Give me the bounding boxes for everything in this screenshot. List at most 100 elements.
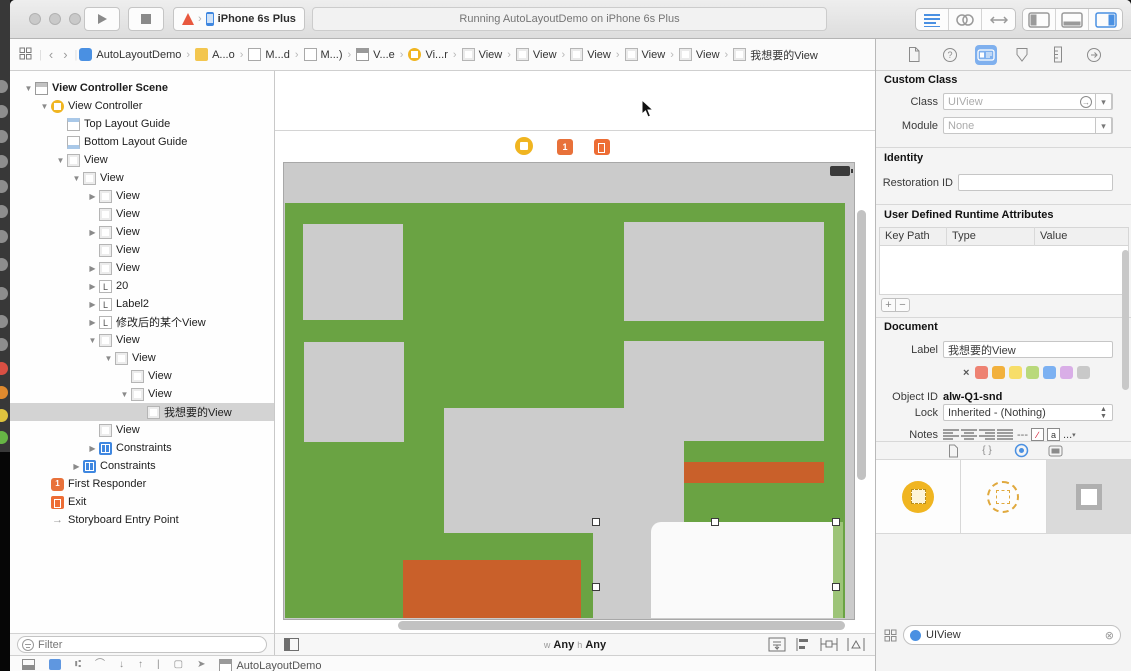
breadcrumb-item[interactable]: M...) xyxy=(304,48,343,61)
assistant-editor-button[interactable] xyxy=(949,9,982,30)
selection-handle[interactable] xyxy=(592,583,600,591)
gray-subview-1[interactable] xyxy=(303,224,403,320)
outline-row[interactable]: ▼View Controller xyxy=(10,97,274,115)
restoration-id-field[interactable] xyxy=(958,174,1113,191)
gray-subview-6[interactable] xyxy=(593,533,651,618)
breadcrumb-item[interactable]: A...o xyxy=(195,48,235,61)
breadcrumb-item[interactable]: AutoLayoutDemo xyxy=(79,48,181,61)
quick-help-inspector-tab[interactable]: ? xyxy=(939,45,961,65)
light-green-strip[interactable] xyxy=(833,522,843,618)
outline-row[interactable]: ▶LLabel2 xyxy=(10,295,274,313)
orange-subview-2[interactable] xyxy=(403,560,581,618)
first-responder-badge-icon[interactable]: 1 xyxy=(557,139,573,155)
align-left-icon[interactable] xyxy=(943,428,959,441)
color-swatch[interactable] xyxy=(1026,366,1039,379)
related-items-icon[interactable] xyxy=(14,47,37,63)
no-fill-button[interactable]: ∕ xyxy=(1031,428,1044,441)
scheme-selector[interactable]: › iPhone 6s Plus xyxy=(173,7,305,31)
color-swatch[interactable] xyxy=(1060,366,1073,379)
size-inspector-tab[interactable] xyxy=(1047,45,1069,65)
disclosure-open-icon[interactable]: ▼ xyxy=(102,354,115,363)
location-icon[interactable]: ➤ xyxy=(197,659,205,670)
outline-row[interactable]: View xyxy=(10,421,274,439)
identity-inspector-tab[interactable] xyxy=(975,45,997,65)
library-search-field[interactable]: UIView ⊗ xyxy=(903,625,1121,645)
breadcrumb-item[interactable]: 我想要的View xyxy=(733,47,818,63)
breadcrumb-item[interactable]: View xyxy=(462,48,503,61)
view-hierarchy-icon[interactable]: ▢ xyxy=(174,659,183,670)
version-editor-button[interactable] xyxy=(982,9,1015,30)
inspector-scrollbar[interactable] xyxy=(1122,250,1129,390)
outline-row[interactable]: ▼View xyxy=(10,331,274,349)
resolve-autolayout-icon[interactable] xyxy=(847,637,865,652)
pause-icon[interactable]: ⑆ xyxy=(75,659,81,670)
outline-row[interactable]: ▼View Controller Scene xyxy=(10,79,274,97)
code-snippet-library-tab[interactable]: { } xyxy=(978,443,996,458)
outline-row[interactable]: View xyxy=(10,241,274,259)
step-into-icon[interactable]: ↓ xyxy=(119,659,124,670)
more-formats-button[interactable]: ... xyxy=(1063,429,1072,441)
color-swatch[interactable] xyxy=(1077,366,1090,379)
stop-button[interactable] xyxy=(128,7,164,31)
media-library-tab[interactable] xyxy=(1046,443,1064,458)
clear-search-icon[interactable]: ⊗ xyxy=(1105,629,1114,642)
gray-subview-5[interactable] xyxy=(444,408,684,533)
breadcrumb-item[interactable]: Vi...r xyxy=(408,48,447,61)
toggle-utilities-button[interactable] xyxy=(1089,9,1122,30)
go-back-button[interactable]: ‹ xyxy=(44,47,58,62)
breadcrumb-item[interactable]: View xyxy=(679,48,720,61)
jump-to-class-icon[interactable]: → xyxy=(1080,96,1092,108)
document-label-field[interactable]: 我想要的View xyxy=(943,341,1113,358)
disclosure-closed-icon[interactable]: ▶ xyxy=(86,282,99,291)
outline-row[interactable]: ▼View xyxy=(10,151,274,169)
outline-row[interactable]: ▼View xyxy=(10,385,274,403)
disclosure-open-icon[interactable]: ▼ xyxy=(70,174,83,183)
outline-row[interactable]: 1First Responder xyxy=(10,475,274,493)
align-justify-icon[interactable] xyxy=(997,428,1013,441)
outline-row[interactable]: ▶L修改后的某个View xyxy=(10,313,274,331)
disclosure-closed-icon[interactable]: ▶ xyxy=(86,264,99,273)
object-library-tab[interactable] xyxy=(1012,443,1030,458)
outline-row[interactable]: Bottom Layout Guide xyxy=(10,133,274,151)
breadcrumb-item[interactable]: V...e xyxy=(356,48,395,61)
library-item-view[interactable] xyxy=(1047,460,1131,533)
toggle-debug-area-button[interactable] xyxy=(1056,9,1089,30)
gray-subview-2[interactable] xyxy=(624,222,824,321)
disclosure-closed-icon[interactable]: ▶ xyxy=(86,300,99,309)
filter-input[interactable] xyxy=(17,636,267,653)
library-item-object[interactable] xyxy=(961,460,1046,533)
selection-handle[interactable] xyxy=(711,518,719,526)
step-over-icon[interactable]: ⌒ xyxy=(95,659,105,670)
close-window-button[interactable] xyxy=(29,13,41,25)
library-item-view-controller[interactable] xyxy=(876,460,961,533)
color-swatch[interactable] xyxy=(1043,366,1056,379)
file-inspector-tab[interactable] xyxy=(903,45,925,65)
outline-row[interactable]: →Storyboard Entry Point xyxy=(10,511,274,529)
disclosure-closed-icon[interactable]: ▶ xyxy=(86,228,99,237)
step-out-icon[interactable]: ↑ xyxy=(138,659,143,670)
library-grid-icon[interactable] xyxy=(884,629,897,642)
disclosure-open-icon[interactable]: ▼ xyxy=(38,102,51,111)
zoom-window-button[interactable] xyxy=(69,13,81,25)
chevron-down-icon[interactable]: ▾ xyxy=(1095,93,1112,110)
outline-row[interactable]: View xyxy=(10,205,274,223)
breadcrumb-item[interactable]: M...d xyxy=(248,48,289,61)
dash-style-button[interactable]: --- xyxy=(1017,429,1028,441)
table-body-empty[interactable] xyxy=(879,246,1129,295)
outline-row[interactable]: ▶View xyxy=(10,187,274,205)
outline-row[interactable]: ▶View xyxy=(10,223,274,241)
connections-inspector-tab[interactable] xyxy=(1083,45,1105,65)
run-button[interactable] xyxy=(84,7,120,31)
selection-handle[interactable] xyxy=(592,518,600,526)
disclosure-open-icon[interactable]: ▼ xyxy=(22,84,35,93)
color-swatch[interactable] xyxy=(1009,366,1022,379)
file-template-library-tab[interactable] xyxy=(944,443,962,458)
outline-row[interactable]: View xyxy=(10,367,274,385)
breadcrumb-item[interactable]: View xyxy=(570,48,611,61)
attributes-inspector-tab[interactable] xyxy=(1011,45,1033,65)
go-forward-button[interactable]: › xyxy=(58,47,72,62)
debug-process-label[interactable]: AutoLayoutDemo xyxy=(219,659,321,671)
pin-icon[interactable] xyxy=(820,637,838,652)
breadcrumb-item[interactable]: View xyxy=(625,48,666,61)
module-field[interactable]: None ▾ xyxy=(943,117,1113,134)
